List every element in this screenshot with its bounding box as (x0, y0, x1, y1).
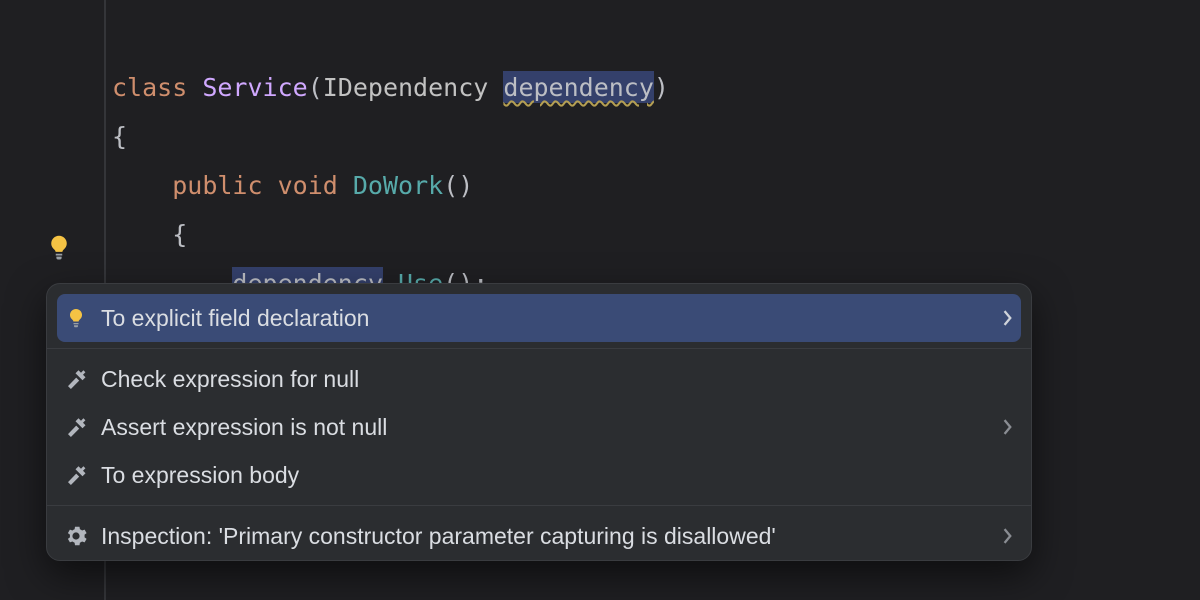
keyword-void: void (278, 171, 338, 200)
menu-item-label: Inspection: 'Primary constructor paramet… (101, 523, 776, 550)
menu-item-check-null[interactable]: Check expression for null (47, 355, 1031, 403)
intention-popup[interactable]: To explicit field declaration Check expr… (46, 283, 1032, 561)
code-line-3: public void DoWork() (112, 171, 473, 200)
type-name: Service (202, 73, 307, 102)
keyword-class: class (112, 73, 187, 102)
menu-separator (47, 505, 1031, 506)
lightbulb-icon[interactable] (44, 232, 74, 262)
menu-separator (47, 348, 1031, 349)
intention-menu: To explicit field declaration Check expr… (47, 284, 1031, 560)
menu-item-assert-not-null[interactable]: Assert expression is not null (47, 403, 1031, 451)
method-name: DoWork (353, 171, 443, 200)
code-line-1: class Service(IDependency dependency) (112, 71, 669, 103)
menu-item-label: To expression body (101, 462, 299, 489)
keyword-public: public (172, 171, 262, 200)
menu-item-to-explicit-field[interactable]: To explicit field declaration (57, 294, 1021, 342)
hammer-icon (61, 463, 91, 487)
menu-item-label: Assert expression is not null (101, 414, 387, 441)
menu-item-label: To explicit field declaration (101, 305, 369, 332)
menu-item-label: Check expression for null (101, 366, 359, 393)
code-area: class Service(IDependency dependency) { … (112, 14, 1200, 308)
hammer-icon (61, 367, 91, 391)
code-line-4: { (112, 220, 187, 249)
interface-name: IDependency (323, 73, 489, 102)
gear-icon (61, 524, 91, 548)
chevron-right-icon (1003, 523, 1013, 550)
menu-item-inspection[interactable]: Inspection: 'Primary constructor paramet… (47, 512, 1031, 560)
menu-item-to-expression-body[interactable]: To expression body (47, 451, 1031, 499)
chevron-right-icon (1003, 305, 1013, 332)
chevron-right-icon (1003, 414, 1013, 441)
bulb-icon (61, 306, 91, 330)
code-line-2: { (112, 122, 127, 151)
hammer-icon (61, 415, 91, 439)
parameter-name[interactable]: dependency (503, 71, 654, 103)
